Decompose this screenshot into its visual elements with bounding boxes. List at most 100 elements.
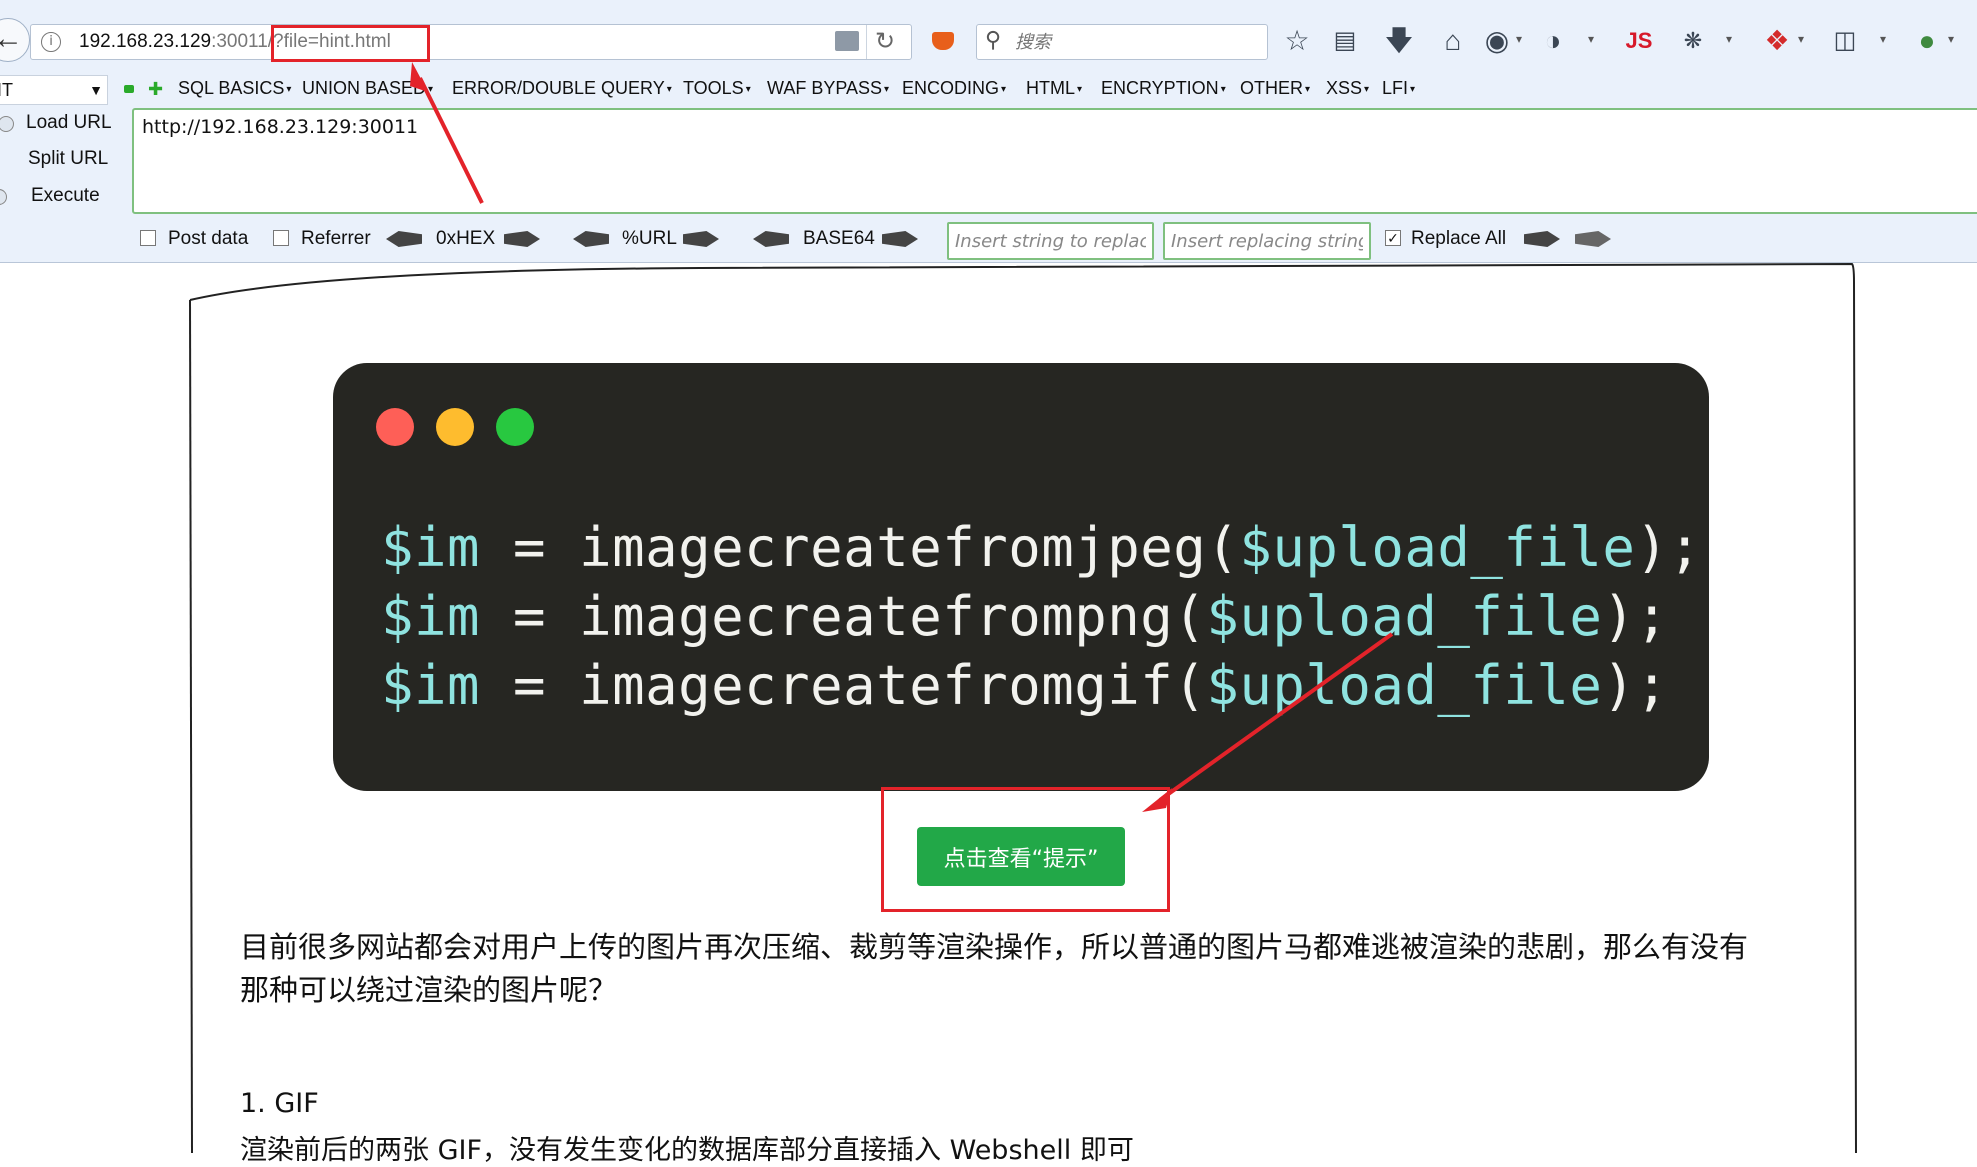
code-op: =	[480, 516, 580, 579]
execute-label: Execute	[31, 185, 100, 206]
url-host: 192.168.23.129	[79, 31, 212, 52]
back-arrow-icon[interactable]: ←	[0, 18, 30, 62]
base64-label: BASE64	[803, 228, 875, 249]
method-select[interactable]: IT ▼	[0, 75, 108, 105]
referrer-checkbox[interactable]	[273, 230, 289, 246]
post-data-label: Post data	[168, 228, 249, 249]
menu-label: TOOLS	[683, 78, 744, 98]
hackbar-url-textarea[interactable]	[132, 108, 1977, 214]
minimize-dot-icon	[436, 408, 474, 446]
menu-label: XSS	[1326, 78, 1363, 98]
search-bar[interactable]: ⚲	[976, 24, 1268, 60]
menu-label: SQL BASICS	[178, 78, 285, 98]
code-var: $im	[381, 585, 481, 648]
menu-encoding[interactable]: ENCODING ▾	[902, 78, 1006, 99]
js-toggle-icon[interactable]: JS	[1622, 26, 1656, 56]
plus-icon[interactable]: ✚	[148, 79, 163, 100]
address-bar[interactable]: i 192.168.23.129:30011/?file=hint.html ↻	[30, 24, 912, 60]
caret-icon: ▾	[1410, 83, 1416, 95]
home-icon[interactable]: ⌂	[1436, 26, 1470, 56]
load-url-button[interactable]: Load URL	[0, 112, 112, 134]
code-fn: imagecreatefromjpeg(	[579, 516, 1240, 579]
hex-decode-arrow-icon[interactable]	[386, 231, 422, 247]
menu-error-double-query[interactable]: ERROR/DOUBLE QUERY ▾	[452, 78, 672, 99]
menu-label: ENCRYPTION	[1101, 78, 1219, 98]
urlencode-label: %URL	[622, 228, 677, 249]
hackbar-menu: IT ▼ ✚ SQL BASICS▾ UNION BASED▾ ERROR/DO…	[0, 75, 1977, 105]
chevron-down-icon[interactable]: ▾	[1516, 32, 1522, 46]
chevron-down-icon[interactable]: ▾	[1798, 32, 1804, 46]
code-block: $im = imagecreatefromjpeg($upload_file);…	[381, 513, 1701, 720]
code-arg: $upload_file	[1206, 585, 1603, 648]
caret-icon: ▾	[666, 83, 672, 95]
reload-icon[interactable]: ↻	[866, 25, 903, 59]
hackbar-icon[interactable]: ❖	[1760, 26, 1794, 56]
chevron-down-icon[interactable]: ▾	[1588, 32, 1594, 46]
post-data-checkbox[interactable]	[140, 230, 156, 246]
globe-icon[interactable]: ◉	[1480, 26, 1514, 56]
code-arg: $upload_file	[1239, 516, 1636, 579]
replace-left-arrow-icon[interactable]	[1575, 231, 1611, 247]
base64-decode-arrow-icon[interactable]	[753, 231, 789, 247]
chevron-down-icon[interactable]: ▾	[1880, 32, 1886, 46]
replace-all-checkbox[interactable]: ✓	[1385, 230, 1401, 246]
menu-other[interactable]: OTHER ▾	[1240, 78, 1310, 99]
menu-label: UNION BASED	[302, 78, 427, 98]
menu-label: WAF BYPASS	[767, 78, 883, 98]
chevron-down-icon: ▼	[89, 82, 103, 98]
code-var: $im	[381, 654, 481, 717]
url-port: :30011	[211, 31, 268, 52]
hex-encode-arrow-icon[interactable]	[504, 231, 540, 247]
replace-all-label: Replace All	[1411, 228, 1507, 249]
reading-list-icon[interactable]: ▤	[1328, 26, 1362, 56]
code-end: );	[1602, 654, 1669, 717]
url-decode-arrow-icon[interactable]	[573, 231, 609, 247]
menu-tools[interactable]: TOOLS ▾	[683, 78, 751, 99]
replace-right-arrow-icon[interactable]	[1524, 231, 1560, 247]
split-url-label: Split URL	[28, 148, 109, 169]
split-url-button[interactable]: Split URL	[28, 148, 108, 170]
hackbar-options: Post data Referrer 0xHEX %URL BASE64 ✓ R…	[0, 222, 1977, 260]
addon-globe-icon[interactable]: ●	[1910, 26, 1944, 56]
caret-icon: ▾	[1364, 83, 1370, 95]
code-end: );	[1602, 585, 1669, 648]
menu-label: HTML	[1026, 78, 1075, 98]
code-op: =	[480, 654, 580, 717]
code-line: $im = imagecreatefromgif($upload_file);	[381, 651, 1701, 720]
menu-xss[interactable]: XSS ▾	[1326, 78, 1369, 99]
menu-union-based[interactable]: UNION BASED ▾	[302, 78, 433, 99]
minus-icon[interactable]	[124, 85, 134, 93]
replace-string-input[interactable]	[947, 222, 1154, 260]
devtools-icon[interactable]: ◫	[1828, 26, 1862, 56]
replacing-string-input[interactable]	[1163, 222, 1371, 260]
bookmark-star-icon[interactable]: ☆	[1280, 26, 1314, 56]
chevron-down-icon[interactable]: ▾	[1948, 32, 1954, 46]
info-icon[interactable]: i	[41, 32, 61, 52]
page-action-icon[interactable]	[835, 31, 859, 51]
menu-label: LFI	[1382, 78, 1409, 98]
search-input[interactable]	[1013, 29, 1257, 55]
intro-paragraph-line-1: 目前很多网站都会对用户上传的图片再次压缩、裁剪等渲染操作，所以普通的图片马都难逃…	[240, 930, 1749, 964]
url-encode-arrow-icon[interactable]	[683, 231, 719, 247]
code-fn: imagecreatefrompng(	[579, 585, 1207, 648]
palette-icon[interactable]: ◑	[1536, 26, 1570, 56]
menu-encryption[interactable]: ENCRYPTION ▾	[1101, 78, 1226, 99]
caret-icon: ▾	[1077, 83, 1083, 95]
menu-label: OTHER	[1240, 78, 1303, 98]
base64-encode-arrow-icon[interactable]	[882, 231, 918, 247]
load-url-icon	[0, 116, 14, 132]
download-icon[interactable]: 🡇	[1382, 26, 1416, 56]
menu-waf-bypass[interactable]: WAF BYPASS ▾	[767, 78, 889, 99]
menu-lfi[interactable]: LFI ▾	[1382, 78, 1415, 99]
hex-label: 0xHEX	[436, 228, 496, 249]
menu-sql-basics[interactable]: SQL BASICS ▾	[178, 78, 291, 99]
menu-html[interactable]: HTML ▾	[1026, 78, 1082, 99]
code-arg: $upload_file	[1206, 654, 1603, 717]
magnifier-icon: ⚲	[985, 27, 1002, 52]
bug-icon[interactable]: ❋	[1676, 26, 1710, 56]
execute-button[interactable]: Execute	[0, 185, 100, 207]
section-title: 1. GIF	[240, 1088, 319, 1119]
caret-icon: ▾	[1305, 83, 1311, 95]
chevron-down-icon[interactable]: ▾	[1726, 32, 1732, 46]
pocket-icon[interactable]	[932, 32, 954, 50]
